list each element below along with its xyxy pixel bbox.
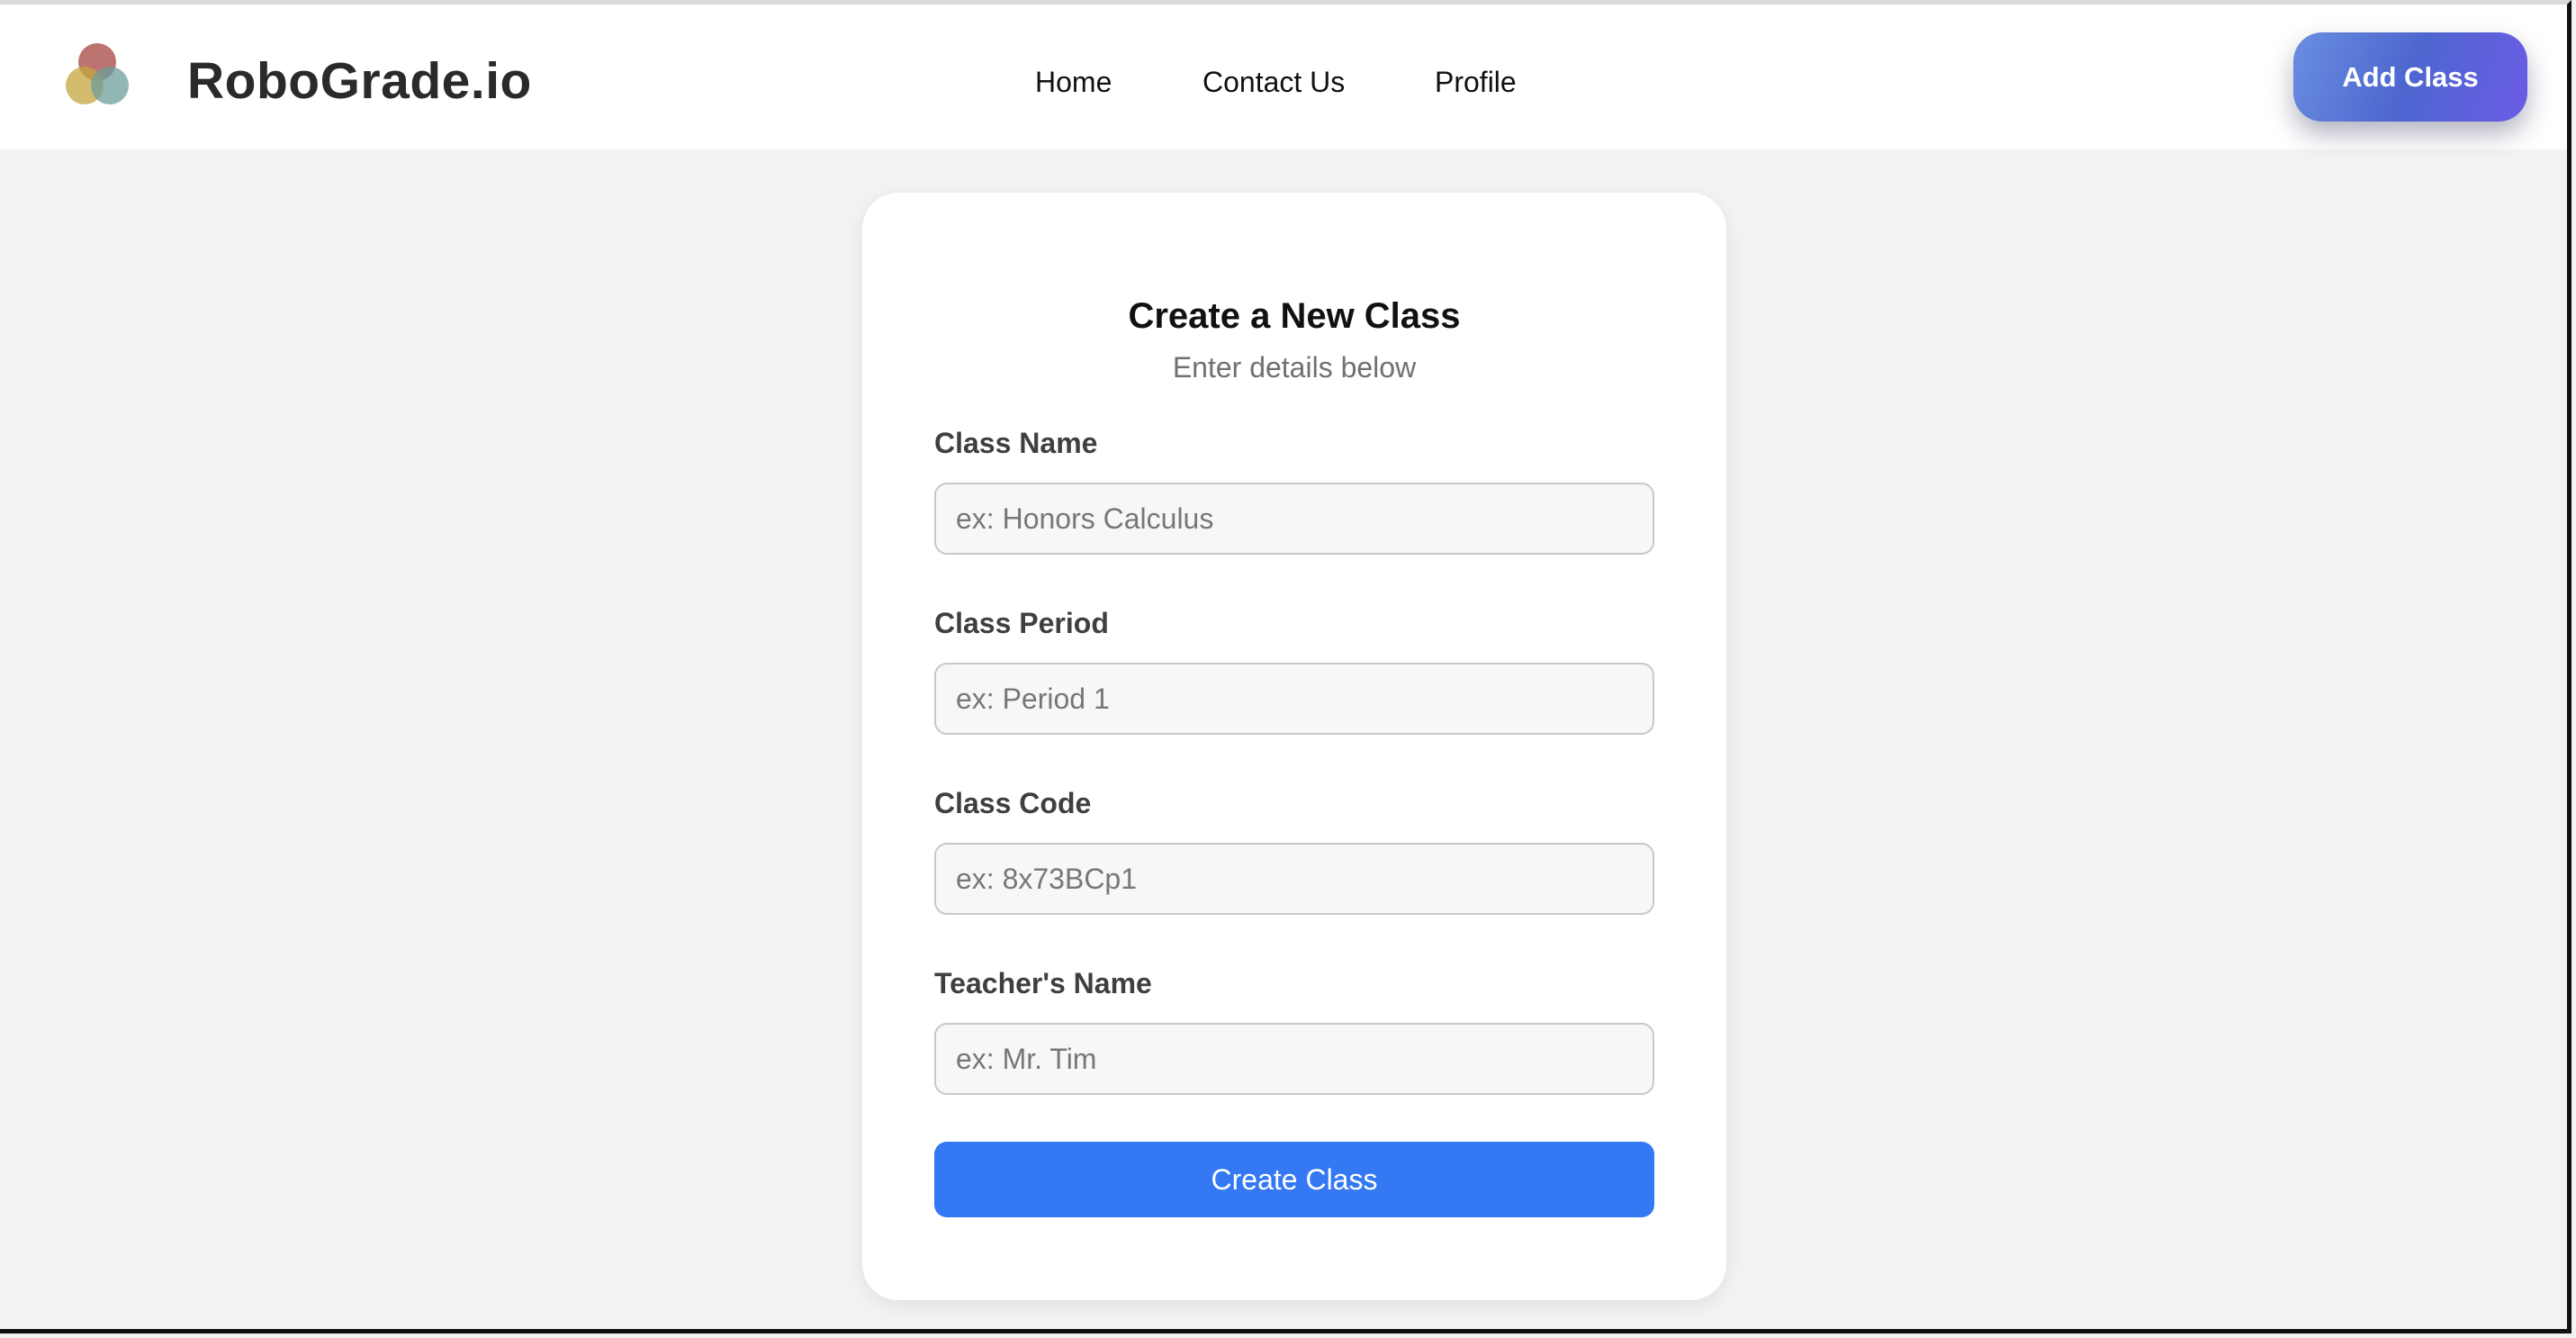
teacher-name-label: Teacher's Name	[934, 967, 1152, 999]
brand-name[interactable]: RoboGrade.io	[187, 50, 532, 113]
form-subtitle: Enter details below	[1172, 351, 1417, 384]
class-code-label: Class Code	[934, 787, 1092, 819]
add-class-button[interactable]: Add Class	[2293, 32, 2527, 122]
teacher-name-input[interactable]	[934, 1023, 1654, 1095]
class-period-label: Class Period	[934, 607, 1109, 639]
class-name-input[interactable]	[934, 483, 1654, 555]
create-class-card: Create a New Class Enter details below C…	[862, 193, 1726, 1300]
tri-circle-logo-icon	[66, 43, 129, 104]
create-class-button[interactable]: Create Class	[934, 1142, 1654, 1217]
form-title: Create a New Class	[1128, 296, 1461, 336]
nav-profile-link[interactable]: Profile	[1435, 60, 1517, 104]
class-code-input[interactable]	[934, 843, 1654, 915]
top-navbar: RoboGrade.io Home Contact Us Profile Add…	[0, 5, 2570, 149]
class-name-label: Class Name	[934, 427, 1098, 459]
class-period-input[interactable]	[934, 663, 1654, 735]
nav-contact-us-link[interactable]: Contact Us	[1202, 60, 1345, 104]
nav-home-link[interactable]: Home	[1035, 60, 1112, 104]
